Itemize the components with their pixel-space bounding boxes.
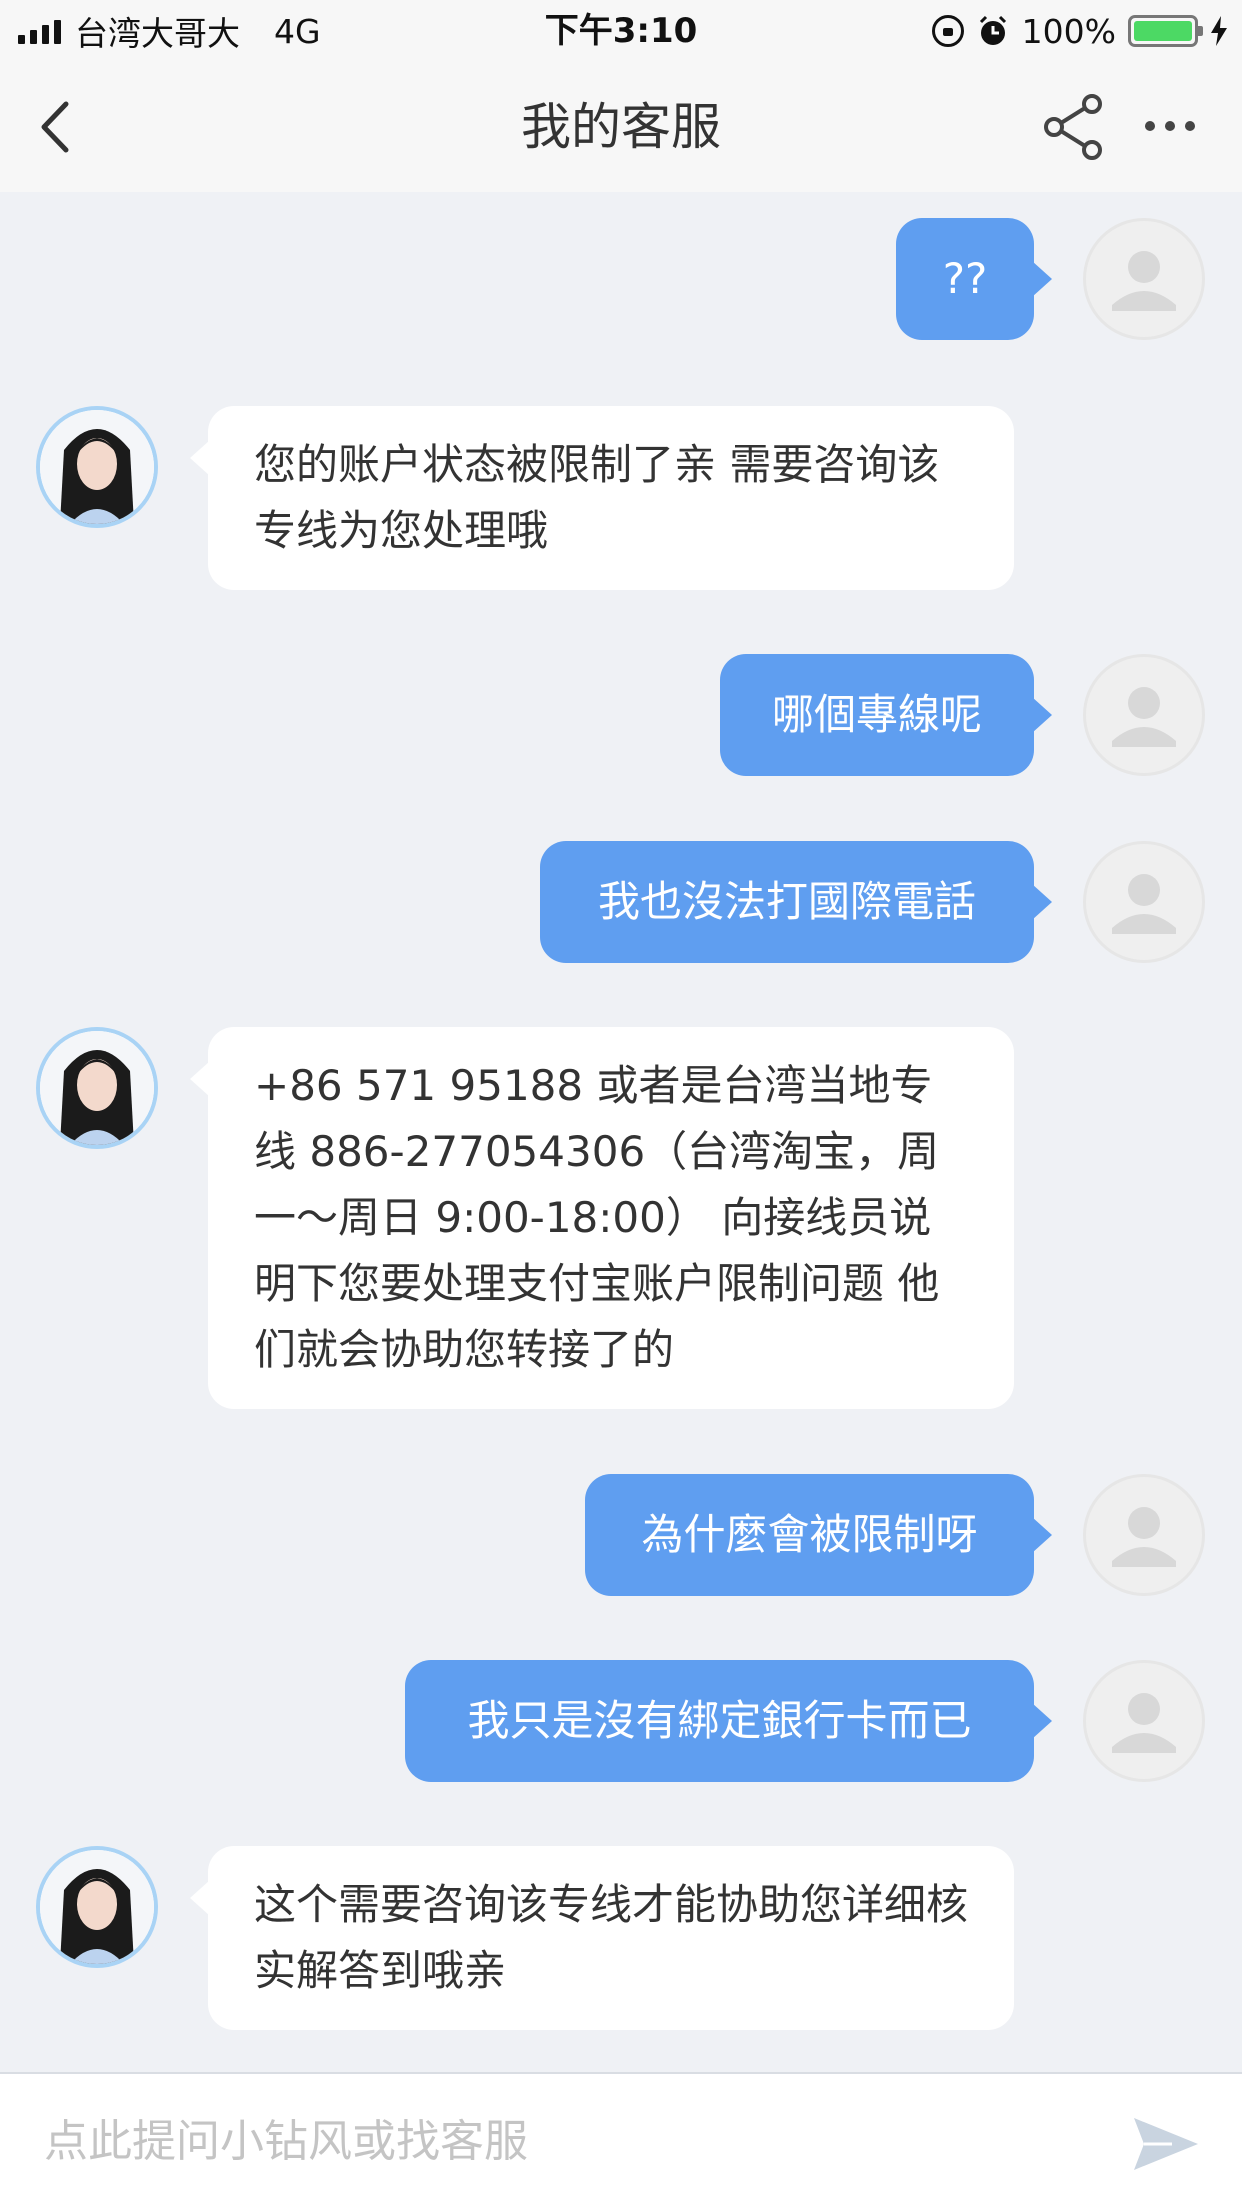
status-right: 100% (931, 10, 1228, 52)
message-bubble[interactable]: 您的账户状态被限制了亲 需要咨询该专线为您处理哦 (190, 406, 1014, 590)
message-text: 这个需要咨询该专线才能协助您详细核实解答到哦亲 (254, 1880, 969, 1995)
user-avatar[interactable] (1083, 1474, 1205, 1596)
agent-photo-icon (40, 1850, 154, 1964)
message-text: +86 571 95188 或者是台湾当地专线 886-277054306（台湾… (254, 1061, 940, 1374)
status-bar: 台湾大哥大 4G 下午3:10 100% (0, 0, 1242, 62)
agent-avatar[interactable] (36, 1027, 158, 1149)
nav-bar: 我的客服 (0, 62, 1242, 192)
user-avatar[interactable] (1083, 1660, 1205, 1782)
message-bubble[interactable]: +86 571 95188 或者是台湾当地专线 886-277054306（台湾… (190, 1027, 1014, 1409)
battery-level-fill (1134, 21, 1192, 41)
default-user-icon (1112, 1507, 1176, 1567)
message-bubble[interactable]: ?? (896, 218, 1052, 340)
message-bubble[interactable]: 这个需要咨询该专线才能协助您详细核实解答到哦亲 (190, 1846, 1014, 2030)
agent-photo-icon (40, 1031, 154, 1145)
user-avatar[interactable] (1083, 218, 1205, 340)
more-icon[interactable] (1145, 106, 1205, 146)
message-text: 我也沒法打國際電話 (597, 877, 976, 926)
message-bubble[interactable]: 哪個專線呢 (720, 654, 1052, 776)
user-avatar[interactable] (1083, 654, 1205, 776)
user-avatar[interactable] (1083, 841, 1205, 963)
message-bubble[interactable]: 我只是沒有綁定銀行卡而已 (405, 1660, 1052, 1782)
message-bubble[interactable]: 為什麼會被限制呀 (585, 1474, 1052, 1596)
default-user-icon (1112, 1693, 1176, 1753)
battery-percent: 100% (1021, 11, 1116, 51)
default-user-icon (1112, 874, 1176, 934)
alarm-icon (979, 15, 1006, 45)
share-icon[interactable] (1040, 92, 1110, 162)
message-text: ?? (942, 254, 988, 303)
message-text: 哪個專線呢 (771, 690, 982, 739)
input-bar (0, 2072, 1242, 2208)
agent-photo-icon (40, 410, 154, 524)
agent-avatar[interactable] (36, 1846, 158, 1968)
charging-icon (1211, 16, 1227, 46)
default-user-icon (1112, 251, 1176, 311)
message-text: 您的账户状态被限制了亲 需要咨询该专线为您处理哦 (254, 440, 940, 555)
message-text: 我只是沒有綁定銀行卡而已 (467, 1696, 972, 1745)
battery-icon (1128, 15, 1203, 47)
message-text: 為什麼會被限制呀 (641, 1510, 978, 1559)
agent-avatar[interactable] (36, 406, 158, 528)
send-icon[interactable] (1132, 2114, 1200, 2174)
rotation-lock-icon (931, 15, 964, 47)
message-bubble[interactable]: 我也沒法打國際電話 (540, 841, 1052, 963)
default-user-icon (1112, 687, 1176, 747)
question-input[interactable] (44, 2074, 1104, 2208)
